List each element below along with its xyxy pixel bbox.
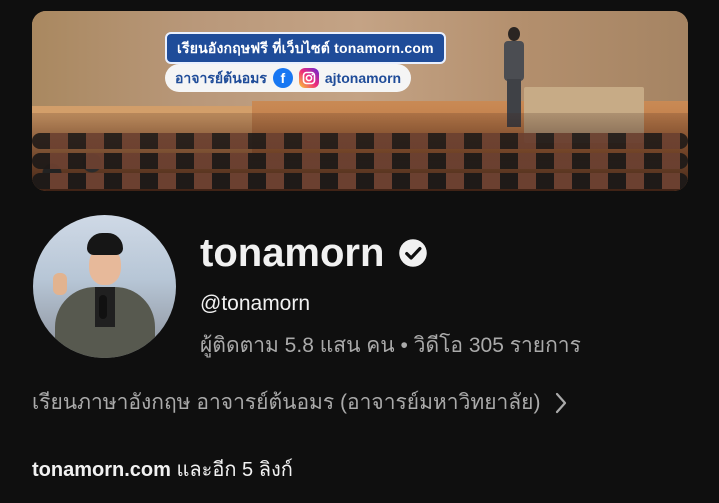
- avatar-hand: [53, 273, 67, 295]
- avatar-microphone: [99, 295, 107, 319]
- channel-stats: ผู้ติดตาม 5.8 แสน คน • วิดีโอ 305 รายการ: [200, 334, 581, 357]
- banner-teacher-name: อาจารย์ต้นอมร: [175, 70, 267, 86]
- channel-links[interactable]: tonamorn.com และอีก 5 ลิงก์: [32, 453, 293, 485]
- audience-row: [32, 173, 688, 189]
- chevron-right-icon: [556, 392, 567, 413]
- channel-description[interactable]: เรียนภาษาอังกฤษ อาจารย์ต้นอมร (อาจารย์มห…: [32, 386, 642, 419]
- channel-links-more[interactable]: และอีก 5 ลิงก์: [171, 459, 292, 481]
- channel-name: tonamorn: [200, 229, 428, 277]
- channel-link-domain[interactable]: tonamorn.com: [32, 459, 171, 481]
- banner-speaker-head: [508, 27, 520, 41]
- channel-name-text: tonamorn: [200, 231, 385, 275]
- channel-description-text: เรียนภาษาอังกฤษ อาจารย์ต้นอมร (อาจารย์มห…: [32, 391, 541, 414]
- banner-social-tag: อาจารย์ต้นอมร f ajtonamorn: [165, 64, 412, 92]
- facebook-icon: f: [272, 68, 293, 88]
- banner-instagram-handle: ajtonamorn: [324, 70, 402, 86]
- verified-badge-icon: [399, 239, 428, 267]
- instagram-icon: [298, 68, 319, 88]
- avatar[interactable]: [33, 215, 176, 358]
- audience-row: [32, 133, 688, 149]
- banner-website-tag: เรียนอังกฤษฟรี ที่เว็บไซต์ tonamorn.com: [165, 32, 446, 64]
- banner-speaker-body: [504, 41, 524, 81]
- avatar-hair: [87, 233, 123, 255]
- channel-handle: @tonamorn: [200, 292, 311, 315]
- channel-banner: เรียนอังกฤษฟรี ที่เว็บไซต์ tonamorn.com …: [32, 11, 688, 191]
- banner-speaker: [502, 27, 526, 127]
- audience-row: [32, 153, 688, 169]
